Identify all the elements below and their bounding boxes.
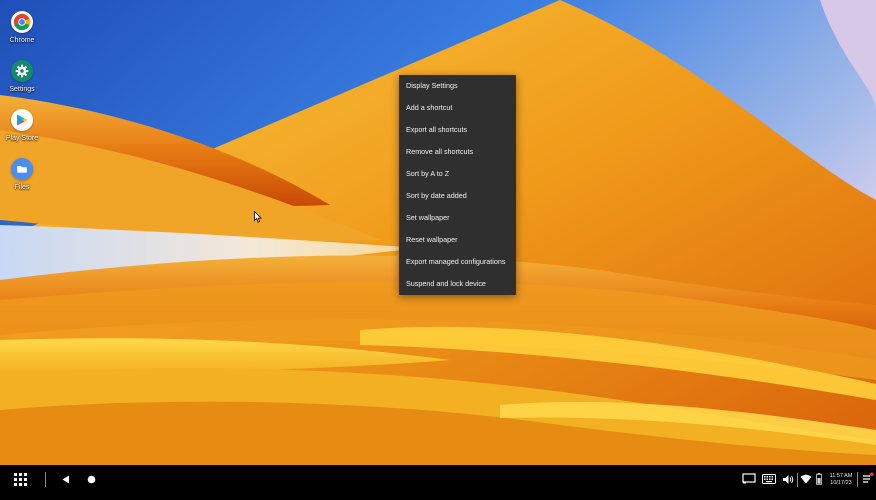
home-dot-icon[interactable] [87, 475, 96, 484]
screen-cast-icon[interactable] [742, 473, 756, 485]
back-triangle-icon[interactable] [62, 475, 70, 484]
taskbar-divider [45, 472, 46, 487]
tray-divider [857, 472, 858, 487]
desktop-shortcut-label: Settings [9, 86, 35, 93]
gear-icon [11, 60, 33, 82]
desktop-shortcut-chrome[interactable]: Chrome [0, 11, 44, 44]
menu-item-remove-all-shortcuts[interactable]: Remove all shortcuts [399, 141, 516, 163]
menu-item-export-all-shortcuts[interactable]: Export all shortcuts [399, 119, 516, 141]
tray-time: 11:57 AM [829, 473, 853, 479]
play-store-icon [11, 109, 33, 131]
mouse-cursor-icon [254, 211, 262, 223]
keyboard-icon[interactable] [762, 474, 776, 484]
notifications-icon[interactable] [862, 472, 874, 485]
grid-icon[interactable] [14, 473, 28, 487]
menu-item-suspend-and-lock-device[interactable]: Suspend and lock device [399, 273, 516, 295]
tray-clock[interactable]: 11:57 AM 10/17/23 [826, 473, 856, 487]
menu-item-sort-by-date-added[interactable]: Sort by date added [399, 185, 516, 207]
desktop-screen: Chrome Settings Play Store Files Display… [0, 0, 876, 500]
tray-date: 10/17/23 [830, 480, 852, 486]
wifi-icon[interactable] [800, 474, 812, 484]
desktop-shortcut-settings[interactable]: Settings [0, 60, 44, 93]
chrome-icon [11, 11, 33, 33]
desktop-shortcut-files[interactable]: Files [0, 158, 44, 191]
menu-item-add-shortcut[interactable]: Add a shortcut [399, 97, 516, 119]
battery-icon[interactable] [816, 473, 822, 485]
folder-icon [11, 158, 33, 180]
menu-item-set-wallpaper[interactable]: Set wallpaper [399, 207, 516, 229]
menu-item-sort-a-to-z[interactable]: Sort by A to Z [399, 163, 516, 185]
menu-item-display-settings[interactable]: Display Settings [399, 75, 516, 97]
desktop-context-menu: Display Settings Add a shortcut Export a… [399, 75, 516, 295]
menu-item-export-managed-configurations[interactable]: Export managed configurations [399, 251, 516, 273]
desktop-shortcut-label: Files [14, 184, 30, 191]
menu-item-reset-wallpaper[interactable]: Reset wallpaper [399, 229, 516, 251]
desktop-shortcut-play-store[interactable]: Play Store [0, 109, 44, 142]
desktop-shortcut-label: Chrome [9, 37, 35, 44]
volume-icon[interactable] [782, 474, 794, 485]
tray-divider [797, 473, 798, 487]
desktop-shortcut-label: Play Store [5, 135, 39, 142]
